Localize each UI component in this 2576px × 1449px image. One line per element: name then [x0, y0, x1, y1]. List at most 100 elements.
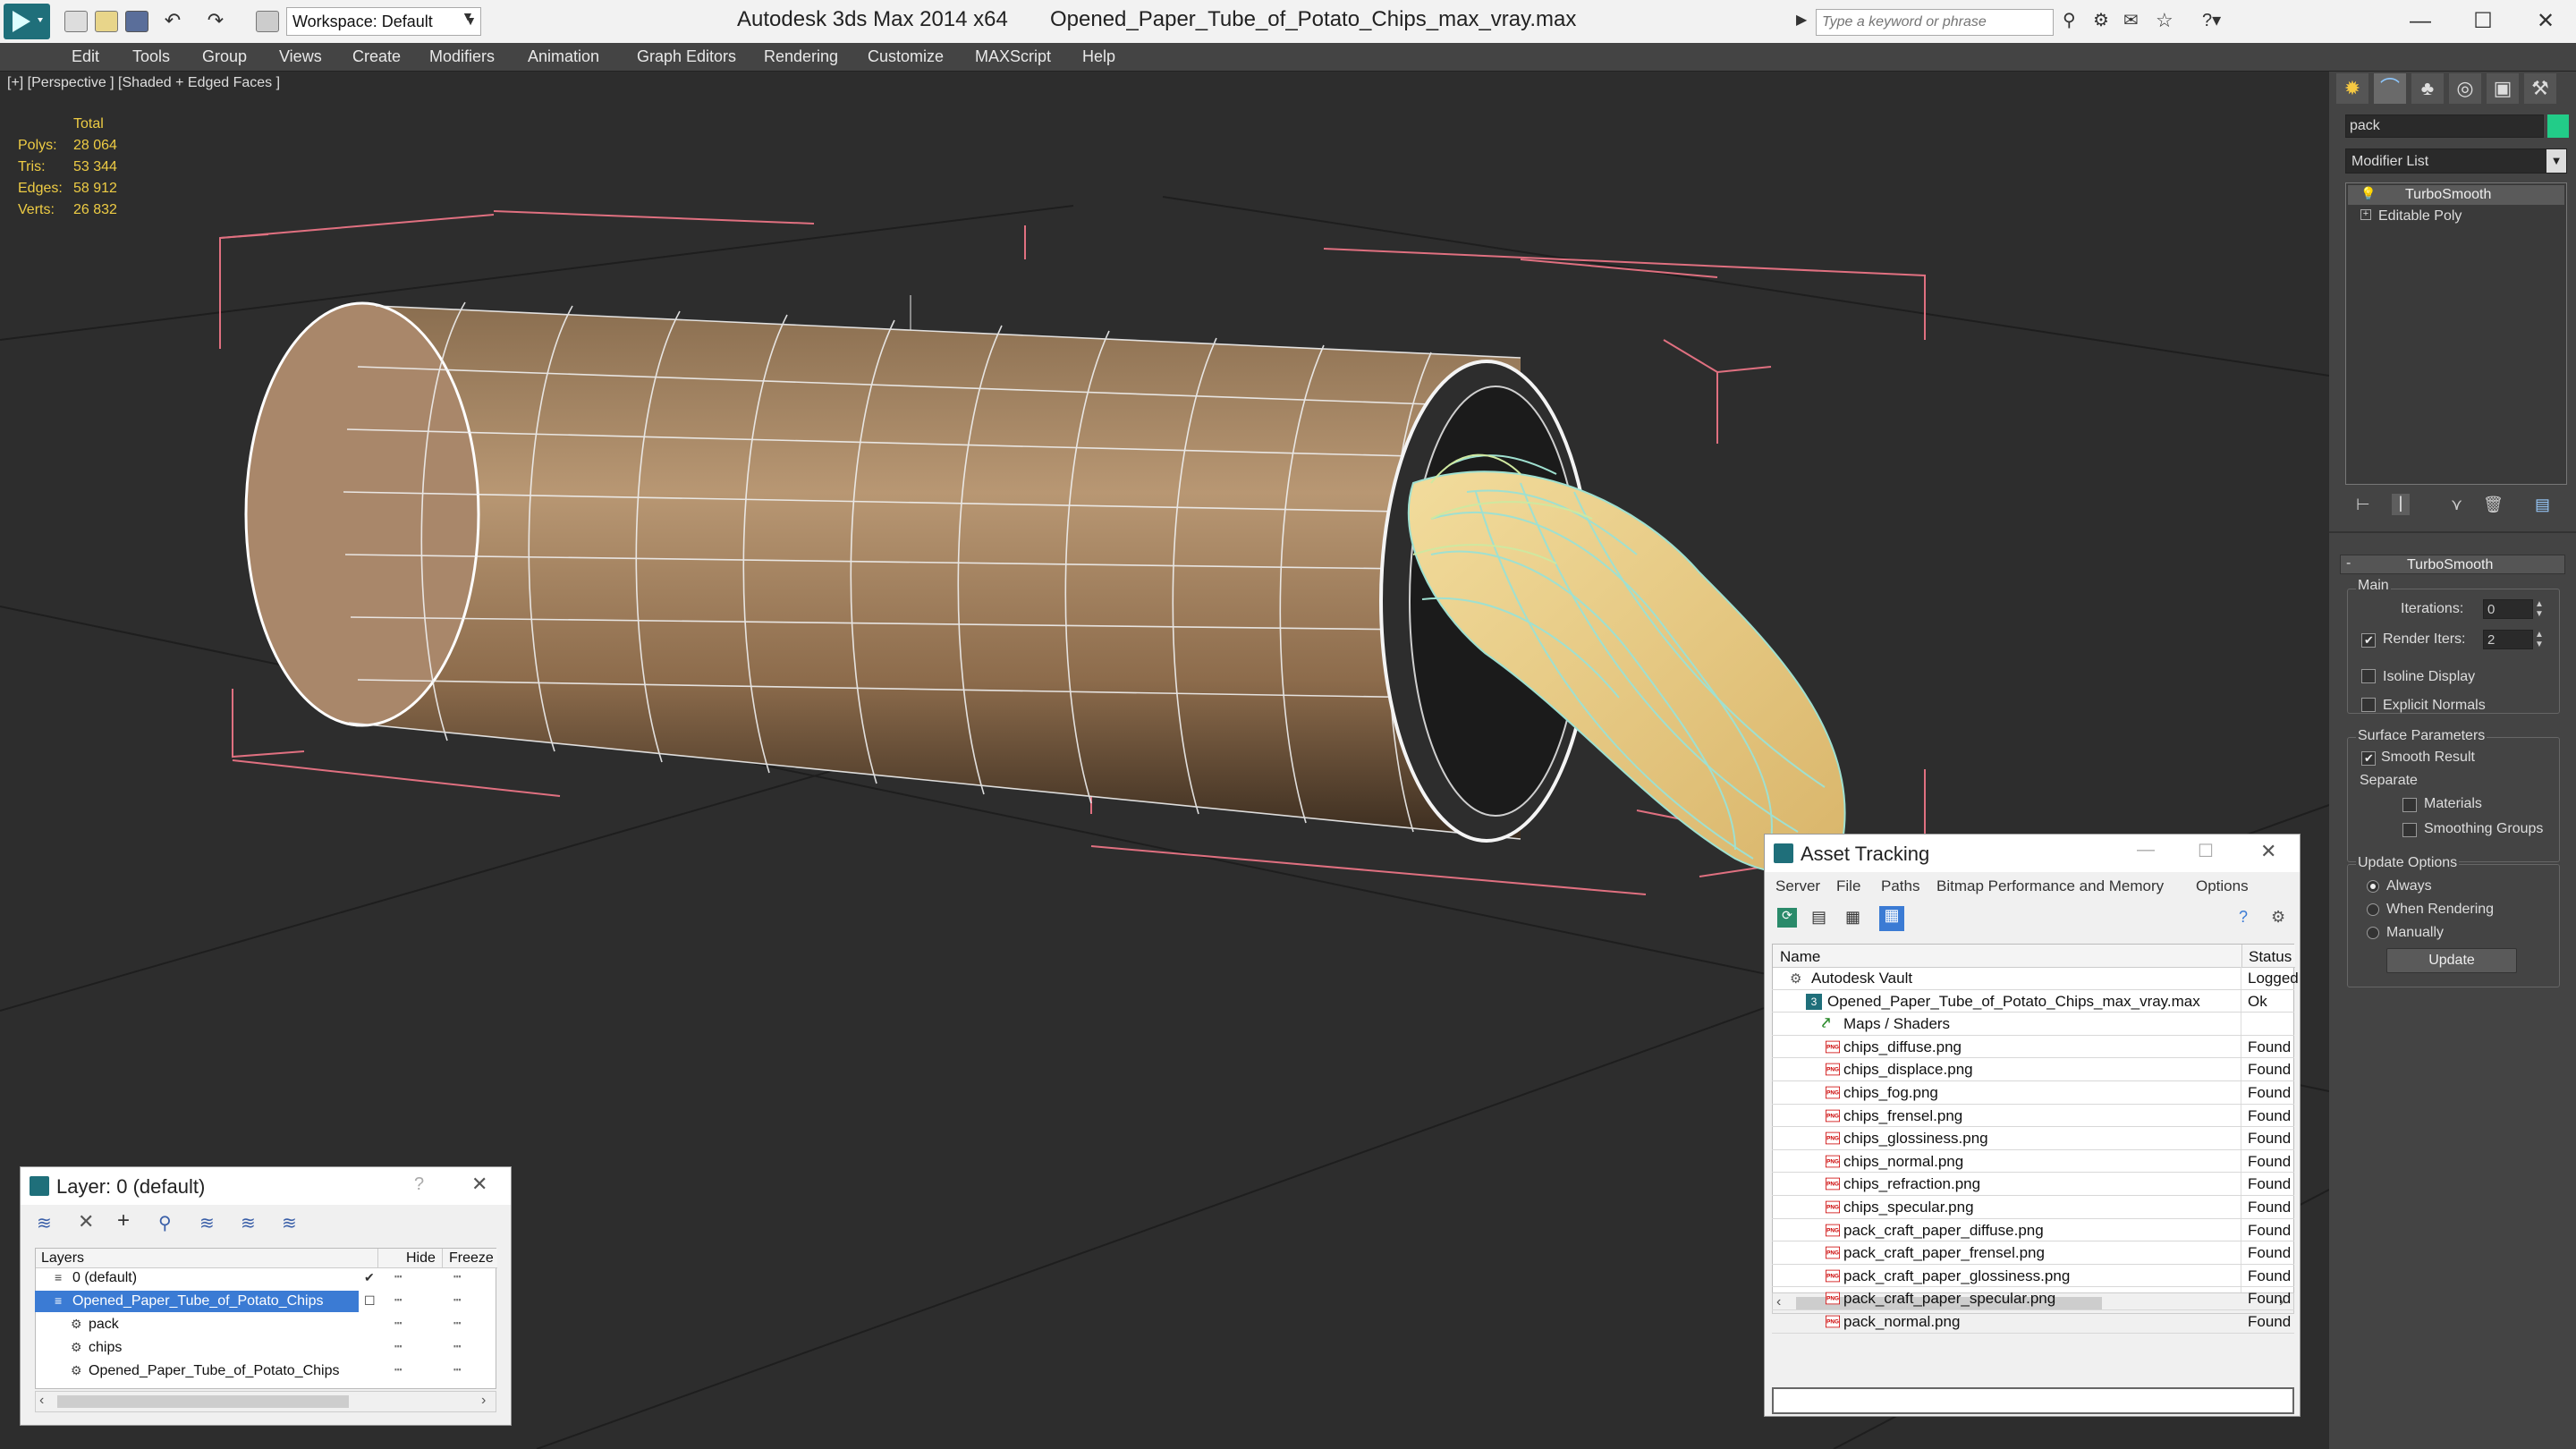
hide-toggle[interactable]: ┅ — [394, 1269, 402, 1284]
menu-help[interactable]: Help — [1082, 43, 1115, 71]
list-view-icon[interactable]: ▤ — [1811, 908, 1826, 927]
expand-plus-icon[interactable]: + — [2360, 209, 2371, 220]
undo-icon[interactable]: ↶ — [161, 11, 184, 32]
asset-folder-row[interactable]: ⤤ Maps / Shaders — [1772, 1013, 2294, 1036]
search-input[interactable] — [1816, 9, 2054, 36]
project-folder-icon[interactable] — [256, 11, 279, 32]
menu-bitmap-performance[interactable]: Bitmap Performance and Memory — [1936, 877, 2164, 895]
spinner-arrows-icon[interactable]: ▲ ▼ — [2535, 630, 2544, 649]
viewport-label[interactable]: [+] [Perspective ] [Shaded + Edged Faces… — [7, 75, 280, 91]
hide-toggle[interactable]: ┅ — [394, 1316, 402, 1331]
asset-file-row[interactable]: PNG chips_specular.png Found — [1772, 1196, 2294, 1219]
col-name-header[interactable]: Name — [1780, 948, 1820, 966]
freeze-toggle[interactable]: ┅ — [453, 1269, 461, 1284]
freeze-toggle[interactable]: ┅ — [453, 1362, 461, 1377]
favorites-star-icon[interactable]: ☆ — [2156, 11, 2179, 32]
col-status-header[interactable]: Status — [2249, 948, 2292, 966]
menu-rendering[interactable]: Rendering — [764, 43, 838, 71]
asset-file-row[interactable]: PNG chips_normal.png Found — [1772, 1150, 2294, 1174]
smooth-result-checkbox[interactable] — [2361, 751, 2376, 766]
menu-paths[interactable]: Paths — [1881, 877, 1919, 895]
freeze-all-icon[interactable]: ≋ — [282, 1212, 297, 1234]
help-icon[interactable]: ?▾ — [2202, 11, 2225, 32]
col-layers-header[interactable]: Layers — [41, 1250, 84, 1267]
menu-animation[interactable]: Animation — [528, 43, 599, 71]
layer-dialog-titlebar[interactable]: Layer: 0 (default) ? ✕ — [21, 1167, 511, 1205]
materials-checkbox[interactable] — [2402, 798, 2417, 812]
menu-options[interactable]: Options — [2196, 877, 2249, 895]
tree-view-icon[interactable]: ▦ — [1845, 908, 1860, 927]
when-rendering-radio[interactable] — [2367, 903, 2379, 916]
asset-file-row[interactable]: PNG pack_craft_paper_frensel.png Found — [1772, 1241, 2294, 1265]
asset-file-row[interactable]: PNG chips_glossiness.png Found — [1772, 1127, 2294, 1150]
menu-file[interactable]: File — [1836, 877, 1860, 895]
isoline-display-checkbox[interactable] — [2361, 669, 2376, 683]
asset-file-row[interactable]: PNG pack_normal.png Found — [1772, 1310, 2294, 1334]
freeze-toggle[interactable]: ┅ — [453, 1316, 461, 1331]
minimize-button[interactable]: — — [2395, 0, 2445, 43]
select-objects-icon[interactable]: ⚲ — [158, 1212, 172, 1234]
vault-status-icon[interactable]: ⚙ — [2271, 908, 2285, 927]
save-file-icon[interactable] — [125, 11, 148, 32]
asset-tracking-titlebar[interactable]: Asset Tracking — ☐ ✕ — [1765, 835, 2300, 872]
create-tab-icon[interactable]: ✹ — [2336, 73, 2368, 104]
lightbulb-icon[interactable]: 💡 — [2360, 186, 2376, 201]
delete-layer-icon[interactable]: ✕ — [78, 1210, 94, 1233]
update-button[interactable]: Update — [2386, 948, 2517, 973]
menu-server[interactable]: Server — [1775, 877, 1820, 895]
smoothing-groups-checkbox[interactable] — [2402, 823, 2417, 837]
hide-toggle[interactable]: ┅ — [394, 1339, 402, 1354]
layer-row[interactable]: ⚙ chips — [35, 1337, 496, 1359]
menu-customize[interactable]: Customize — [868, 43, 944, 71]
asset-file-row[interactable]: PNG pack_craft_paper_glossiness.png Found — [1772, 1265, 2294, 1288]
create-layer-icon[interactable]: ≋ — [37, 1212, 52, 1234]
spinner-arrows-icon[interactable]: ▲ ▼ — [2535, 599, 2544, 619]
menu-edit[interactable]: Edit — [72, 43, 99, 71]
asset-vault-row[interactable]: ⚙ Autodesk Vault Logged — [1772, 967, 2299, 990]
set-current-layer-icon[interactable]: ☐ — [364, 1293, 376, 1309]
add-to-layer-icon[interactable]: + — [117, 1208, 130, 1233]
highlight-layer-icon[interactable]: ≋ — [199, 1212, 215, 1234]
asset-path-field[interactable] — [1772, 1387, 2294, 1414]
col-freeze-header[interactable]: Freeze — [449, 1250, 494, 1267]
modifier-list-dropdown[interactable]: Modifier List ▼ — [2345, 148, 2567, 174]
app-logo-icon[interactable] — [4, 4, 50, 39]
object-color-swatch[interactable] — [2547, 114, 2569, 138]
connect-icon[interactable]: ⚙ — [2093, 11, 2116, 32]
binoculars-icon[interactable]: ⚲ — [2063, 11, 2086, 32]
maximize-button[interactable]: ☐ — [2198, 840, 2214, 862]
iterations-spinner[interactable]: 0 — [2483, 599, 2533, 619]
layer-row[interactable]: ⚙ Opened_Paper_Tube_of_Potato_Chips — [35, 1360, 496, 1382]
layer-row[interactable]: ≡ Opened_Paper_Tube_of_Potato_Chips — [35, 1291, 359, 1312]
layer-row[interactable]: ⚙ pack — [35, 1314, 496, 1335]
freeze-toggle[interactable]: ┅ — [453, 1339, 461, 1354]
asset-file-row[interactable]: PNG chips_diffuse.png Found — [1772, 1036, 2294, 1059]
utilities-tab-icon[interactable]: ⚒ — [2524, 73, 2556, 104]
menu-group[interactable]: Group — [202, 43, 247, 71]
help-button[interactable]: ? — [414, 1174, 424, 1195]
vault-help-icon[interactable]: ? — [2239, 908, 2248, 927]
workspace-dropdown[interactable]: Workspace: Default ▼ — [286, 7, 481, 36]
motion-tab-icon[interactable]: ◎ — [2449, 73, 2481, 104]
table-view-icon[interactable]: ▦ — [1879, 906, 1904, 931]
modify-tab-icon[interactable]: ⌒ — [2374, 73, 2406, 104]
communication-icon[interactable]: ✉ — [2123, 11, 2147, 32]
rollout-header[interactable]: - TurboSmooth — [2340, 555, 2565, 574]
manually-radio[interactable] — [2367, 927, 2379, 939]
hierarchy-tab-icon[interactable]: ♣ — [2411, 73, 2444, 104]
stack-item-turbosmooth[interactable]: 💡 TurboSmooth — [2348, 185, 2564, 205]
explicit-normals-checkbox[interactable] — [2361, 698, 2376, 712]
hide-toggle[interactable]: ┅ — [394, 1292, 402, 1308]
dropdown-arrow-icon[interactable]: ▼ — [462, 9, 479, 34]
menu-create[interactable]: Create — [352, 43, 401, 71]
layer-row[interactable]: ≡ 0 (default) — [35, 1267, 496, 1289]
layer-horizontal-scrollbar[interactable]: ‹ › — [35, 1391, 496, 1412]
close-button[interactable]: ✕ — [2521, 0, 2571, 43]
render-iters-spinner[interactable]: 2 — [2483, 630, 2533, 649]
redo-icon[interactable]: ↷ — [204, 11, 227, 32]
current-layer-checkmark-icon[interactable]: ✔ — [364, 1270, 375, 1285]
menu-modifiers[interactable]: Modifiers — [429, 43, 495, 71]
search-expand-icon[interactable]: ▶ — [1796, 11, 1812, 34]
render-iters-checkbox[interactable] — [2361, 633, 2376, 648]
menu-graph-editors[interactable]: Graph Editors — [637, 43, 736, 71]
